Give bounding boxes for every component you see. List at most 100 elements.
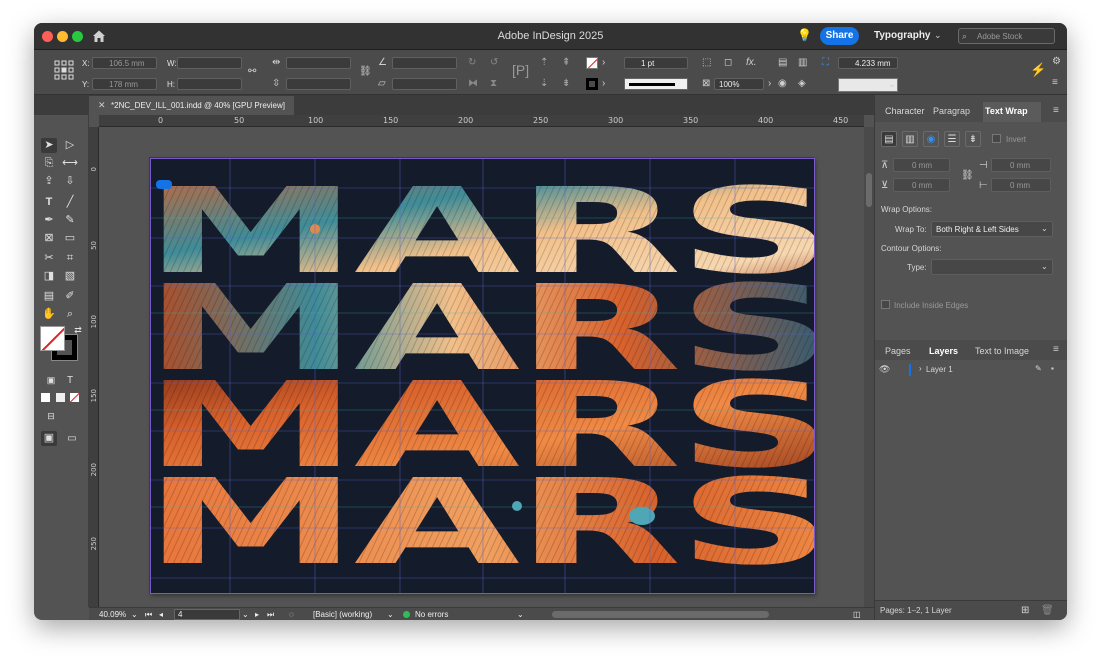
chevron-down-icon[interactable]: ⌄	[1041, 262, 1048, 271]
document-style[interactable]: [Basic] (working)	[313, 610, 372, 619]
chevron-down-icon[interactable]: ⌄	[131, 610, 138, 619]
rectangle-tool-icon[interactable]: ▭	[62, 231, 78, 246]
chevron-down-icon[interactable]: ⌄	[1041, 224, 1048, 233]
stroke-swatch[interactable]	[586, 78, 598, 90]
preflight-status[interactable]: No errors	[415, 610, 448, 619]
apply-color-icon[interactable]	[41, 393, 50, 402]
reference-point-icon[interactable]	[54, 60, 74, 80]
type-tool-icon[interactable]: T	[41, 195, 57, 210]
tab-character[interactable]: Character	[885, 106, 925, 116]
wrap-to-dropdown[interactable]: Both Right & Left Sides	[931, 221, 1053, 237]
wrap-none-icon[interactable]: ▤	[881, 131, 897, 147]
direct-selection-tool-icon[interactable]: ▷	[62, 138, 78, 153]
horizontal-ruler[interactable]: 0 50 100 150 200 250 300 350 400 450	[99, 115, 864, 127]
tab-text-to-image[interactable]: Text to Image	[975, 346, 1029, 356]
page-spread[interactable]: MARS MARS MARS MARS MARS MARS MARS MARS	[149, 157, 815, 594]
quick-apply-icon[interactable]: ⚡	[1030, 63, 1046, 76]
mars-artwork[interactable]: MARS MARS MARS MARS MARS MARS MARS MARS	[150, 158, 815, 594]
flip-vertical-icon[interactable]: ⧗	[490, 78, 497, 90]
document-tab[interactable]: ✕ *2NC_DEV_ILL_001.indd @ 40% [GPU Previ…	[89, 96, 294, 115]
apply-gradient-icon[interactable]	[56, 393, 65, 402]
share-button[interactable]: Share	[820, 27, 859, 45]
effects-icon[interactable]: fx.	[746, 57, 757, 69]
gradient-feather-tool-icon[interactable]: ▧	[62, 269, 78, 284]
apply-none-icon[interactable]	[70, 393, 79, 402]
gradient-swatch-tool-icon[interactable]: ◨	[41, 269, 57, 284]
new-layer-icon[interactable]: ⊞	[1021, 605, 1029, 616]
page-number-field[interactable]: 4	[174, 609, 240, 620]
tab-layers[interactable]: Layers	[929, 346, 958, 356]
opacity-field[interactable]: 100%	[714, 78, 764, 90]
layer-row[interactable]: 👁 › Layer 1 ✎ ▪	[875, 361, 1067, 378]
lightbulb-icon[interactable]: 💡	[797, 28, 812, 42]
include-inside-edges-checkbox[interactable]	[881, 300, 890, 309]
rotate-ccw-icon[interactable]: ↺	[490, 57, 498, 69]
scale-x-field[interactable]	[286, 57, 351, 69]
y-field[interactable]: 178 mm	[92, 78, 157, 90]
jump-object-icon[interactable]: ☰	[944, 131, 960, 147]
select-next-icon[interactable]: ⇟	[562, 78, 570, 90]
text-wrap-none-icon[interactable]: ▤	[778, 57, 787, 69]
panel-menu-icon[interactable]: ≡	[1053, 105, 1059, 116]
link-scale-icon[interactable]: ⛓	[359, 66, 372, 78]
page-tool-icon[interactable]: ⎘	[41, 156, 57, 171]
contour-type-dropdown[interactable]	[931, 259, 1053, 275]
x-field[interactable]: 106.5 mm	[92, 57, 157, 69]
chevron-down-icon[interactable]: ⌄	[517, 610, 524, 619]
size-field[interactable]: 4.233 mm	[838, 57, 898, 69]
previous-page-icon[interactable]: ◂	[159, 610, 163, 619]
top-offset-field[interactable]: 0 mm	[893, 158, 950, 172]
rotate-cw-icon[interactable]: ↻	[468, 57, 476, 69]
link-offsets-icon[interactable]: ⛓	[961, 170, 974, 181]
hand-tool-icon[interactable]: ✋	[41, 307, 57, 322]
layer-name[interactable]: Layer 1	[926, 365, 953, 374]
chevron-down-icon[interactable]: ⌄	[387, 610, 394, 619]
text-wrap-box-icon[interactable]: ▥	[798, 57, 807, 69]
bottom-offset-field[interactable]: 0 mm	[893, 178, 950, 192]
select-previous-icon[interactable]: ⇞	[562, 57, 570, 69]
fill-dropdown-icon[interactable]: ›	[602, 57, 605, 69]
wrap-object-shape-icon[interactable]: ◉	[923, 131, 939, 147]
formatting-text-icon[interactable]: T	[62, 373, 78, 388]
w-field[interactable]	[177, 57, 242, 69]
split-view-icon[interactable]: ◫	[853, 610, 861, 619]
next-page-icon[interactable]: ▸	[255, 610, 259, 619]
preview-mode-icon[interactable]: ▭	[64, 431, 80, 446]
auto-fit-icon[interactable]: ⛶	[822, 57, 829, 69]
gear-icon[interactable]: ⚙	[1052, 56, 1061, 68]
shadow-icon[interactable]: ◻	[724, 57, 732, 69]
tab-text-wrap[interactable]: Text Wrap	[985, 106, 1028, 116]
vertical-scrollbar[interactable]	[864, 127, 874, 607]
chevron-down-icon[interactable]: ⌄	[242, 610, 249, 619]
scroll-thumb[interactable]	[866, 173, 872, 207]
layer-select-icon[interactable]: ▪	[1051, 364, 1054, 373]
panel-menu-icon[interactable]: ≡	[1053, 344, 1059, 355]
screen-mode-icon[interactable]: ⊟	[43, 409, 59, 424]
last-page-icon[interactable]: ⏭	[267, 610, 274, 620]
left-offset-field[interactable]: 0 mm	[991, 158, 1051, 172]
workspace-switcher[interactable]: Typography	[874, 30, 930, 41]
fill-swatch[interactable]	[586, 57, 598, 69]
line-tool-icon[interactable]: ╱	[62, 195, 78, 210]
chevron-down-icon[interactable]: ⌄	[934, 30, 942, 41]
fill-swatch-icon[interactable]	[40, 326, 65, 351]
chevron-down-icon[interactable]: ⌄	[888, 79, 896, 91]
tab-paragraph[interactable]: Paragrap	[933, 106, 970, 116]
constrain-proportions-icon[interactable]: ⚯	[248, 66, 256, 78]
note-tool-icon[interactable]: ▤	[41, 289, 57, 304]
pen-tool-icon[interactable]: ✒	[41, 213, 57, 228]
flip-horizontal-icon[interactable]: ⧓	[468, 78, 478, 90]
vertical-ruler[interactable]: 0 50 100 150 200 250	[89, 127, 99, 607]
close-icon[interactable]: ✕	[98, 100, 106, 111]
horizontal-scrollbar[interactable]	[552, 611, 769, 618]
corner-options-icon[interactable]: ⬚	[702, 57, 711, 69]
link-badge-icon[interactable]	[156, 180, 172, 189]
tab-pages[interactable]: Pages	[885, 346, 911, 356]
normal-view-icon[interactable]: ▣	[41, 431, 57, 446]
content-placer-icon[interactable]: ⇩	[62, 174, 78, 189]
scale-y-field[interactable]	[286, 78, 351, 90]
zoom-level[interactable]: 40.09%	[99, 610, 126, 619]
scissors-tool-icon[interactable]: ✂	[41, 251, 57, 266]
rotation-field[interactable]	[392, 57, 457, 69]
trash-icon[interactable]: 🗑	[1041, 605, 1054, 616]
